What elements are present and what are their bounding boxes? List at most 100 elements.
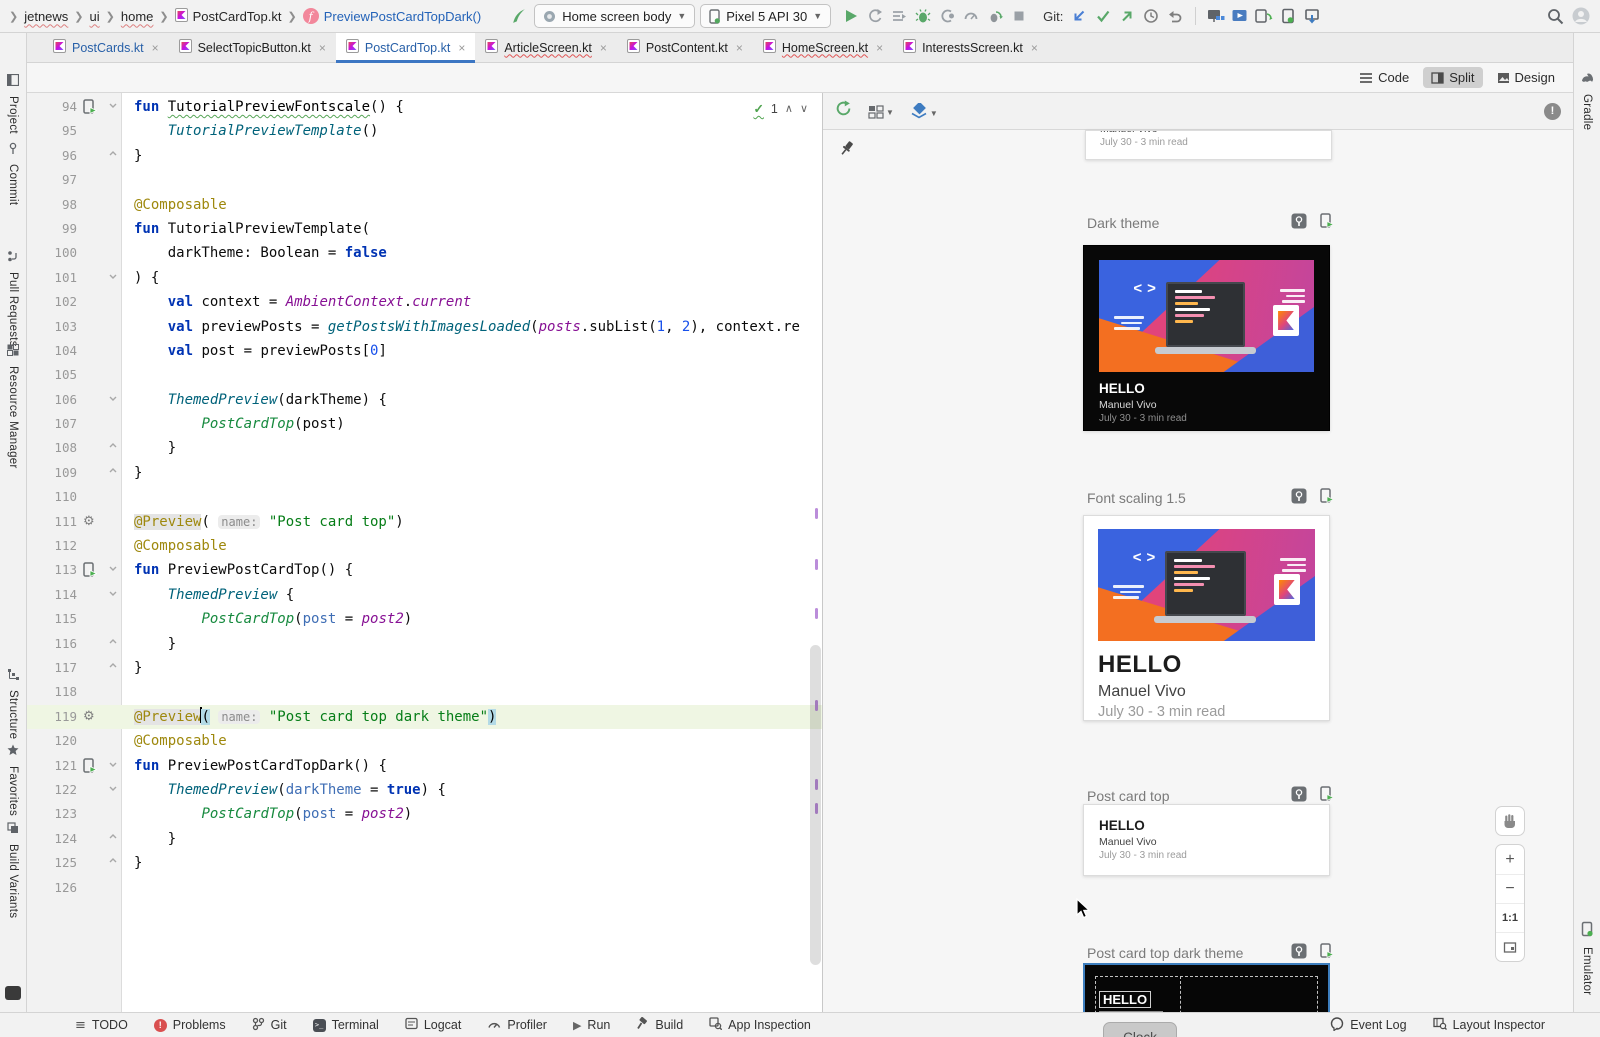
run-preview-icon[interactable] — [1319, 943, 1334, 962]
run-preview-gutter-icon[interactable] — [82, 99, 97, 114]
code-line-118[interactable]: 118 — [27, 680, 822, 704]
device-mirror-button[interactable] — [1253, 5, 1275, 27]
statusbar-button-build[interactable]: Build — [636, 1017, 683, 1034]
device-select[interactable]: Pixel 5 API 30 ▼ — [700, 4, 831, 28]
git-update-button[interactable] — [1068, 5, 1090, 27]
tool-window-button-favorites[interactable]: Favorites — [0, 743, 26, 816]
code-line-103[interactable]: 103 val previewPosts = getPostsWithImage… — [27, 315, 822, 339]
code-line-120[interactable]: 120@Composable — [27, 729, 822, 753]
code-line-116[interactable]: 116 } — [27, 632, 822, 656]
code-line-123[interactable]: 123 PostCardTop(post = post2) — [27, 802, 822, 826]
device-phone-button[interactable] — [1277, 5, 1299, 27]
stop-button[interactable] — [1008, 5, 1030, 27]
editor-scrollbar[interactable] — [810, 645, 821, 965]
code-line-95[interactable]: 95 TutorialPreviewTemplate() — [27, 119, 822, 143]
zoom-out-button[interactable]: − — [1496, 874, 1524, 903]
code-line-96[interactable]: 96} — [27, 144, 822, 168]
editor-tab-postcontent-kt[interactable]: PostContent.kt× — [617, 33, 753, 62]
preview-layout-select[interactable]: ▼ — [868, 104, 894, 119]
editor-tab-postcardtop-kt[interactable]: PostCardTop.kt× — [336, 33, 475, 62]
code-line-109[interactable]: 109} — [27, 461, 822, 485]
statusbar-button-event-log[interactable]: Event Log — [1330, 1017, 1406, 1034]
code-line-102[interactable]: 102 val context = AmbientContext.current — [27, 290, 822, 314]
fold-marker-icon[interactable] — [109, 754, 117, 778]
inspection-widget[interactable]: ✓ 1 ∧ ∨ — [753, 101, 808, 116]
attach-profiler-button[interactable] — [936, 5, 958, 27]
code-line-114[interactable]: 114 ThemedPreview { — [27, 583, 822, 607]
breadcrumb-function[interactable]: PreviewPostCardTopDark() — [324, 9, 482, 24]
pin-icon[interactable] — [839, 140, 855, 163]
editor-tab-selecttopicbutton-kt[interactable]: SelectTopicButton.kt× — [169, 33, 336, 62]
apply-changes-button[interactable] — [864, 5, 886, 27]
profiler-gauge-button[interactable] — [960, 5, 982, 27]
pan-tool-button[interactable] — [1495, 806, 1525, 836]
preview-settings-gutter-icon[interactable]: ⚙ — [83, 705, 95, 729]
user-avatar[interactable] — [1570, 5, 1592, 27]
statusbar-button-git[interactable]: Git — [252, 1017, 287, 1034]
view-mode-design-button[interactable]: Design — [1489, 67, 1563, 88]
tab-close-icon[interactable]: × — [1031, 41, 1038, 55]
git-commit-button[interactable] — [1092, 5, 1114, 27]
fold-marker-icon[interactable] — [109, 632, 117, 656]
statusbar-button-profiler[interactable]: Profiler — [487, 1017, 547, 1034]
interactive-preview-icon[interactable] — [1291, 213, 1307, 232]
editor-tab-postcards-kt[interactable]: PostCards.kt× — [43, 33, 169, 62]
statusbar-button-problems[interactable]: !Problems — [154, 1017, 226, 1034]
statusbar-button-terminal[interactable]: >_Terminal — [313, 1017, 379, 1034]
statusbar-button-logcat[interactable]: Logcat — [405, 1017, 462, 1034]
code-line-99[interactable]: 99fun TutorialPreviewTemplate( — [27, 217, 822, 241]
run-preview-icon[interactable] — [1319, 213, 1334, 232]
preview-issues-badge[interactable]: ! — [1544, 103, 1561, 120]
previous-issue-button[interactable]: ∧ — [785, 102, 793, 115]
git-push-button[interactable] — [1116, 5, 1138, 27]
code-line-112[interactable]: 112@Composable — [27, 534, 822, 558]
code-line-111[interactable]: 111⚙@Preview( name: "Post card top") — [27, 510, 822, 534]
git-history-button[interactable] — [1140, 5, 1162, 27]
code-line-126[interactable]: 126 — [27, 876, 822, 900]
preview-view-options[interactable]: ▼ — [910, 103, 938, 120]
fold-marker-icon[interactable] — [109, 95, 117, 119]
logcat-window-button[interactable] — [1229, 5, 1251, 27]
device-manager-button[interactable] — [1205, 5, 1227, 27]
apply-code-changes-button[interactable] — [888, 5, 910, 27]
fold-marker-icon[interactable] — [109, 461, 117, 485]
run-button[interactable] — [840, 5, 862, 27]
breadcrumb-file[interactable]: PostCardTop.kt — [193, 9, 282, 24]
next-issue-button[interactable]: ∨ — [800, 102, 808, 115]
code-line-98[interactable]: 98@Composable — [27, 193, 822, 217]
interactive-preview-icon[interactable] — [1291, 488, 1307, 507]
tab-close-icon[interactable]: × — [736, 41, 743, 55]
code-line-124[interactable]: 124 } — [27, 827, 822, 851]
fold-marker-icon[interactable] — [109, 436, 117, 460]
tab-close-icon[interactable]: × — [600, 41, 607, 55]
zoom-in-button[interactable]: + — [1496, 845, 1524, 874]
sdk-manager-button[interactable] — [1301, 5, 1323, 27]
fold-marker-icon[interactable] — [109, 558, 117, 582]
run-preview-gutter-icon[interactable] — [82, 758, 97, 773]
refresh-preview-icon[interactable] — [835, 100, 852, 122]
run-preview-icon[interactable] — [1319, 488, 1334, 507]
debug-button[interactable] — [912, 5, 934, 27]
git-rollback-button[interactable] — [1164, 5, 1186, 27]
fold-marker-icon[interactable] — [109, 827, 117, 851]
fold-marker-icon[interactable] — [109, 388, 117, 412]
tab-close-icon[interactable]: × — [876, 41, 883, 55]
editor-tab-articlescreen-kt[interactable]: ArticleScreen.kt× — [475, 33, 617, 62]
statusbar-button-todo[interactable]: ≡TODO — [75, 1017, 128, 1034]
code-line-106[interactable]: 106 ThemedPreview(darkTheme) { — [27, 388, 822, 412]
run-preview-icon[interactable] — [1319, 786, 1334, 805]
code-line-119[interactable]: 119⚙@Preview( name: "Post card top dark … — [27, 705, 822, 729]
code-line-100[interactable]: 100 darkTheme: Boolean = false — [27, 241, 822, 265]
tab-close-icon[interactable]: × — [319, 41, 326, 55]
code-line-122[interactable]: 122 ThemedPreview(darkTheme = true) { — [27, 778, 822, 802]
code-line-101[interactable]: 101) { — [27, 266, 822, 290]
search-button[interactable] — [1544, 5, 1566, 27]
fold-marker-icon[interactable] — [109, 656, 117, 680]
fold-marker-icon[interactable] — [109, 851, 117, 875]
tab-close-icon[interactable]: × — [152, 41, 159, 55]
tool-window-button-commit[interactable]: Commit — [0, 141, 26, 205]
fold-marker-icon[interactable] — [109, 266, 117, 290]
tool-window-button-build-variants[interactable]: Build Variants — [0, 821, 26, 918]
code-editor[interactable]: 94fun TutorialPreviewFontscale() {95 Tut… — [27, 93, 822, 1012]
tool-window-button-gradle[interactable]: Gradle — [1574, 71, 1600, 130]
